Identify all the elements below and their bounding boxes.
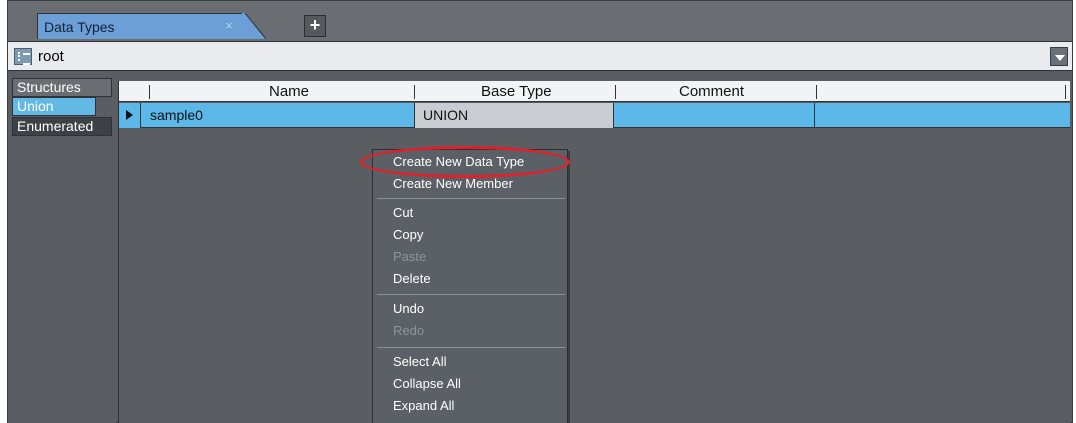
tab-corner [242,13,267,39]
tab-label: Data Types [44,18,115,35]
menu-item-cut[interactable]: Cut [373,202,567,224]
path-value: root [38,48,64,65]
menu-item-collapse-all[interactable]: Collapse All [373,373,567,395]
cell-base-type[interactable]: UNION [414,103,614,128]
grid-header: Name Base Type Comment [119,81,1070,102]
context-menu: Create New Data Type Create New Member C… [372,149,568,423]
column-separator[interactable] [816,85,817,99]
category-structures[interactable]: Structures [12,78,112,97]
menu-item-undo[interactable]: Undo [373,298,567,320]
menu-item-copy[interactable]: Copy [373,224,567,246]
menu-item-expand-all[interactable]: Expand All [373,395,567,417]
menu-item-delete[interactable]: Delete [373,268,567,290]
category-enumerated[interactable]: Enumerated [12,117,112,136]
tab-bar: Data Types × + [8,1,1072,41]
data-type-grid: Name Base Type Comment sample0 UNION [118,81,1070,423]
menu-item-redo: Redo [393,323,425,338]
menu-item-create-new-data-type[interactable]: Create New Data Type [373,151,567,173]
menu-item-paste: Paste [393,249,427,264]
column-separator[interactable] [615,85,616,99]
cell-comment[interactable] [615,103,815,128]
tab-data-types[interactable]: Data Types × [37,13,245,39]
column-separator[interactable] [1065,85,1066,99]
add-tab-button[interactable]: + [304,15,326,37]
table-row[interactable]: sample0 UNION [119,103,1070,128]
path-bar: root [8,41,1072,71]
column-separator[interactable] [149,85,150,99]
column-header-name[interactable]: Name [269,83,309,100]
column-header-base-type[interactable]: Base Type [481,83,552,100]
menu-divider [377,347,565,348]
category-union[interactable]: Union [12,97,96,116]
close-icon[interactable]: × [223,19,235,32]
menu-item-create-new-member[interactable]: Create New Member [373,173,567,195]
chevron-down-icon[interactable] [1050,47,1068,66]
category-tabs: Structures Union Enumerated [8,73,116,423]
menu-divider [377,198,565,199]
tree-view-icon[interactable] [14,48,32,65]
data-types-panel: Data Types × + root Structures Union Enu… [7,0,1073,423]
column-header-comment[interactable]: Comment [679,83,744,100]
menu-item-select-all[interactable]: Select All [373,351,567,373]
column-separator[interactable] [414,85,415,99]
cell-name[interactable]: sample0 [142,103,414,128]
menu-divider [377,294,565,295]
row-pointer-icon [119,103,141,128]
